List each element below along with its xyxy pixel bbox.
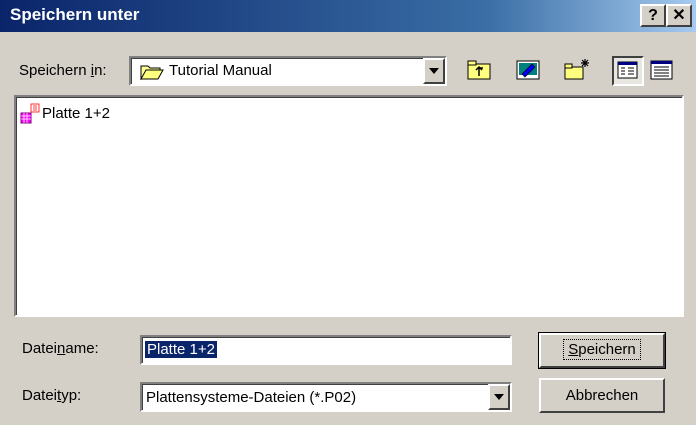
window-title: Speichern unter <box>10 5 140 24</box>
file-list[interactable]: Platte 1+2 <box>14 95 684 317</box>
save-in-label: Speichern in: <box>19 62 107 79</box>
cancel-button[interactable]: Abbrechen <box>539 378 665 413</box>
folder-open-icon <box>140 65 164 80</box>
save-button[interactable]: Speichern <box>538 332 666 369</box>
desktop-button[interactable] <box>512 56 544 86</box>
filetype-label: Dateityp: <box>22 387 82 404</box>
filetype-value: Plattensysteme-Dateien (*.P02) <box>146 389 357 406</box>
new-folder-button[interactable] <box>561 56 593 86</box>
filetype-combo[interactable]: Plattensysteme-Dateien (*.P02) <box>140 382 512 412</box>
filename-label: Dateiname: <box>22 340 99 357</box>
folder-up-icon <box>467 60 491 80</box>
file-name: Platte 1+2 <box>42 105 110 122</box>
filetype-dropdown-arrow[interactable] <box>488 384 510 410</box>
close-button[interactable]: ✕ <box>666 4 692 27</box>
title-bar: Speichern unter ? ✕ <box>0 0 696 32</box>
close-icon: ✕ <box>672 7 686 24</box>
plate-file-icon <box>20 103 40 124</box>
new-folder-icon <box>564 59 589 80</box>
save-label: Speichern <box>563 339 641 360</box>
filename-input[interactable]: Platte 1+2 <box>140 335 512 365</box>
help-button[interactable]: ? <box>640 4 666 27</box>
folder-up-button[interactable] <box>463 56 495 86</box>
desktop-icon <box>516 60 540 80</box>
details-view-button[interactable] <box>646 56 678 86</box>
list-view-button[interactable] <box>612 56 644 86</box>
details-view-icon <box>650 60 673 80</box>
list-view-icon <box>617 61 638 79</box>
save-in-folder-name: Tutorial Manual <box>169 62 272 79</box>
save-in-dropdown-arrow[interactable] <box>423 58 445 84</box>
save-in-combo[interactable]: Tutorial Manual <box>129 56 447 86</box>
help-icon: ? <box>648 7 658 24</box>
filename-value[interactable]: Platte 1+2 <box>145 341 217 358</box>
